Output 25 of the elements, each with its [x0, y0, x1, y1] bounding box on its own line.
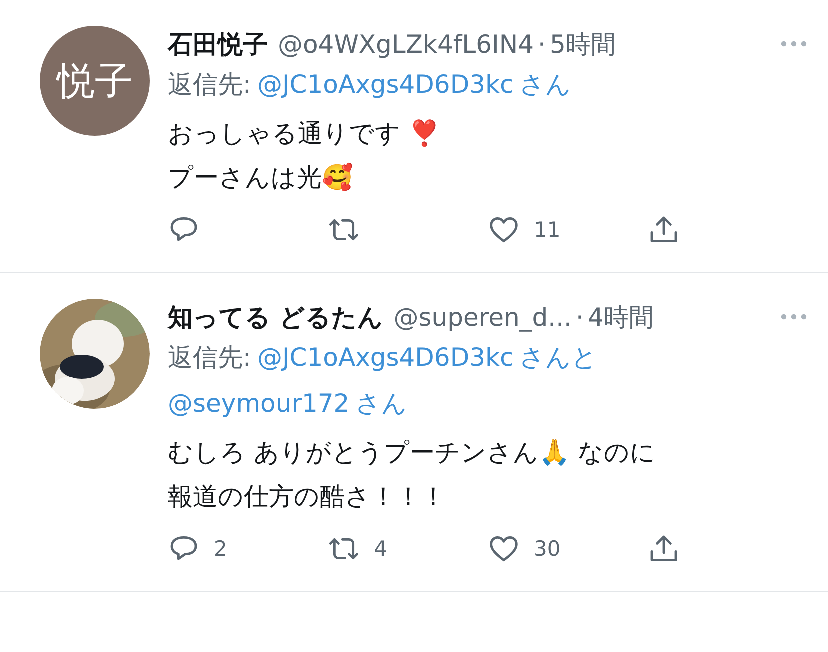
tweet-text: おっしゃる通りです ❣ [168, 118, 441, 150]
reply-label: 返信先: [168, 342, 252, 374]
user-name[interactable]: 知ってる どるたん [168, 300, 384, 334]
reply-label: 返信先: [168, 69, 252, 101]
mention-suffix: さん [356, 388, 408, 420]
user-name[interactable]: 石田悦子 [168, 28, 268, 60]
mention-link[interactable]: @JC1oAxgs4D6D3kc [257, 335, 514, 381]
mention-suffix: さんと [520, 342, 598, 374]
like-count: 11 [534, 218, 561, 242]
mention-link[interactable]: @JC1oAxgs4D6D3kc [257, 62, 514, 108]
separator-dot: · [576, 302, 584, 332]
user-handle[interactable]: @superen_d... [394, 302, 572, 332]
timestamp: 5時間 [550, 28, 616, 60]
user-handle[interactable]: @o4WXgLZk4fL6IN4 [278, 30, 534, 58]
retweet-count: 4 [374, 537, 388, 561]
separator-dot: · [538, 30, 546, 58]
timestamp: 4時間 [588, 302, 654, 334]
tweet-text: プーさんは光🥰 [168, 162, 354, 194]
reply-count: 2 [214, 537, 228, 561]
tweet-text: むしろ ありがとうプーチンさん🙏 なのに [168, 437, 657, 469]
mention-suffix: さん [520, 69, 572, 101]
mention-link[interactable]: @seymour172 [168, 381, 350, 427]
tweet-text: 報道の仕方の酷さ！！！ [168, 481, 447, 513]
user-avatar[interactable]: 悦子 [40, 26, 150, 136]
like-count: 30 [534, 537, 561, 561]
